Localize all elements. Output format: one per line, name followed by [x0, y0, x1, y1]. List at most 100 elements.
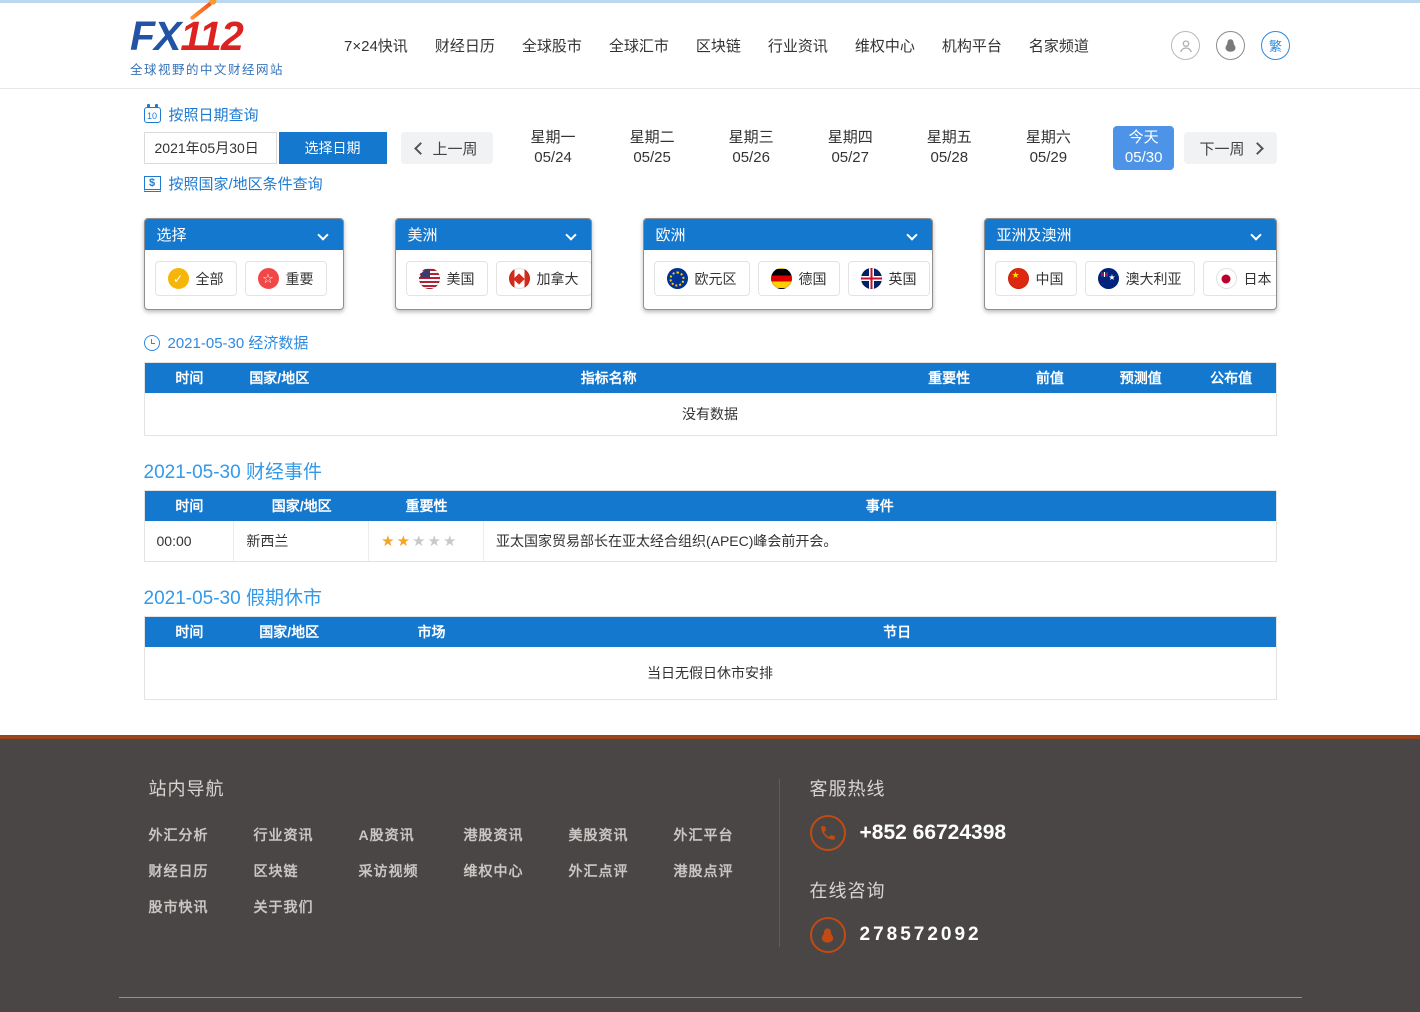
col-previous: 前值 — [1005, 368, 1095, 388]
chip-label: 欧元区 — [695, 269, 737, 289]
footer-link[interactable]: 行业资讯 — [254, 825, 359, 845]
prev-week-label: 上一周 — [433, 138, 478, 159]
importance-stars: ★★★★★ — [369, 521, 484, 561]
weekday-name: 星期三 — [729, 128, 774, 148]
phone-icon — [810, 815, 846, 851]
footer-nav-title: 站内导航 — [149, 775, 779, 801]
qq-icon[interactable] — [1216, 31, 1245, 60]
user-icon[interactable] — [1171, 31, 1200, 60]
chip-label: 日本 — [1244, 269, 1272, 289]
main-nav: 7×24快讯 财经日历 全球股市 全球汇市 区块链 行业资讯 维权中心 机构平台 名家频道 — [344, 35, 1089, 56]
weekday-date: 05/30 — [1125, 148, 1163, 168]
footer-rule — [119, 997, 1302, 998]
panel-body: 美国 加拿大 — [396, 250, 591, 309]
nav-item[interactable]: 全球汇市 — [609, 35, 669, 56]
logo-num: 112 — [180, 13, 242, 59]
event-row[interactable]: 00:00 新西兰 ★★★★★ 亚太国家贸易部长在亚太经合组织(APEC)峰会前… — [145, 521, 1276, 561]
footer-link[interactable]: 财经日历 — [149, 861, 254, 881]
holidays-table-header: 时间 国家/地区 市场 节日 — [145, 617, 1276, 647]
footer-link[interactable]: 港股点评 — [674, 861, 779, 881]
footer-link[interactable]: 维权中心 — [464, 861, 569, 881]
event-region: 新西兰 — [234, 521, 369, 561]
footer-link[interactable]: 港股资讯 — [464, 825, 569, 845]
footer-link[interactable]: A股资讯 — [359, 825, 464, 845]
filter-chip[interactable]: 重要 — [245, 261, 327, 296]
country-chip[interactable]: 英国 — [848, 261, 930, 296]
chevron-down-icon — [565, 229, 576, 240]
nav-item[interactable]: 区块链 — [696, 35, 741, 56]
germany-flag-icon — [771, 268, 792, 289]
star-empty-icon: ★ — [443, 532, 458, 550]
footer-link[interactable]: 外汇平台 — [674, 825, 779, 845]
weekday-item[interactable]: 星期四 05/27 — [816, 126, 885, 170]
traditional-chinese-toggle[interactable]: 繁 — [1261, 31, 1290, 60]
pick-date-button[interactable]: 选择日期 — [279, 132, 387, 164]
events-table-header: 时间 国家/地区 重要性 事件 — [145, 491, 1276, 521]
weekday-name: 星期五 — [927, 128, 972, 148]
online-consult-number[interactable]: 278572092 — [860, 924, 982, 946]
star-empty-icon: ★ — [412, 532, 427, 550]
panel-europe-header[interactable]: 欧洲 — [644, 219, 932, 250]
country-chip[interactable]: 德国 — [758, 261, 840, 296]
weekday-item[interactable]: 星期二 05/25 — [618, 126, 687, 170]
nav-item[interactable]: 机构平台 — [942, 35, 1002, 56]
economic-data-table: 时间 国家/地区 指标名称 重要性 前值 预测值 公布值 没有数据 — [144, 362, 1277, 436]
nav-item[interactable]: 名家频道 — [1029, 35, 1089, 56]
weekday-name: 星期一 — [531, 128, 576, 148]
japan-flag-icon — [1216, 268, 1237, 289]
event-text: 亚太国家贸易部长在亚太经合组织(APEC)峰会前开会。 — [484, 521, 1276, 561]
panel-select-header[interactable]: 选择 — [145, 219, 343, 250]
weekday-item[interactable]: 星期六 05/29 — [1014, 126, 1083, 170]
weekday-strip: 星期一 05/24 星期二 05/25 星期三 05/26 星期四 05/27 — [519, 126, 1175, 170]
nav-item[interactable]: 7×24快讯 — [344, 35, 408, 56]
header: FX112 全球视野的中文财经网站 7×24快讯 财经日历 全球股市 全球汇市 区块链 行… — [0, 3, 1420, 89]
hotline-number[interactable]: +852 66724398 — [860, 821, 1007, 845]
us-flag-icon — [419, 268, 440, 289]
panel-america-header[interactable]: 美洲 — [396, 219, 591, 250]
nav-item[interactable]: 财经日历 — [435, 35, 495, 56]
weekday-item[interactable]: 星期五 05/28 — [915, 126, 984, 170]
next-week-button[interactable]: 下一周 — [1184, 132, 1276, 164]
economic-data-title: 2021-05-30 经济数据 — [168, 332, 309, 353]
panel-asia-header[interactable]: 亚洲及澳洲 — [985, 219, 1276, 250]
footer-nav: 站内导航 外汇分析行业资讯A股资讯港股资讯美股资讯外汇平台财经日历区块链采访视频… — [119, 775, 779, 971]
chip-label: 全部 — [196, 269, 224, 289]
nav-item[interactable]: 全球股市 — [522, 35, 582, 56]
footer-link[interactable]: 外汇点评 — [569, 861, 674, 881]
panel-europe: 欧洲 欧元区 德国 英国 — [643, 218, 933, 310]
prev-week-button[interactable]: 上一周 — [401, 132, 493, 164]
economic-data-label: 2021-05-30 经济数据 — [144, 332, 1277, 353]
footer-link[interactable]: 关于我们 — [254, 897, 359, 917]
weekday-item[interactable]: 星期三 05/26 — [717, 126, 786, 170]
footer-link[interactable]: 区块链 — [254, 861, 359, 881]
footer-link[interactable]: 股市快讯 — [149, 897, 254, 917]
col-time: 时间 — [145, 622, 235, 642]
footer-link[interactable]: 美股资讯 — [569, 825, 674, 845]
country-chip[interactable]: 欧元区 — [654, 261, 750, 296]
china-flag-icon — [1008, 268, 1029, 289]
country-chip[interactable]: 美国 — [406, 261, 488, 296]
country-chip[interactable]: 日本 — [1203, 261, 1277, 296]
footer-link[interactable]: 外汇分析 — [149, 825, 254, 845]
weekday-item[interactable]: 星期一 05/24 — [519, 126, 588, 170]
country-chip[interactable]: 中国 — [995, 261, 1077, 296]
date-query-title: 按照日期查询 — [169, 104, 259, 125]
online-consult-row: 278572092 — [810, 917, 1007, 953]
date-row: 选择日期 上一周 星期一 05/24 星期二 05/25 星期三 05/26 — [144, 132, 1277, 164]
site-logo[interactable]: FX112 全球视野的中文财经网站 — [130, 16, 284, 78]
filter-chip[interactable]: 全部 — [155, 261, 237, 296]
weekday-date: 05/24 — [534, 148, 572, 168]
no-holiday-message: 当日无假日休市安排 — [145, 647, 1276, 699]
holidays-table: 时间 国家/地区 市场 节日 当日无假日休市安排 — [144, 616, 1277, 700]
country-chip[interactable]: 澳大利亚 — [1085, 261, 1195, 296]
footer-link[interactable]: 采访视频 — [359, 861, 464, 881]
weekday-item[interactable]: 今天 05/30 — [1113, 126, 1175, 170]
col-region: 国家/地区 — [234, 622, 344, 642]
weekday-date: 05/28 — [931, 148, 969, 168]
logo-tagline: 全球视野的中文财经网站 — [130, 59, 284, 78]
country-chip[interactable]: 加拿大 — [496, 261, 592, 296]
nav-item[interactable]: 维权中心 — [855, 35, 915, 56]
nav-item[interactable]: 行业资讯 — [768, 35, 828, 56]
panel-title: 选择 — [157, 224, 187, 245]
date-input[interactable] — [144, 132, 277, 164]
